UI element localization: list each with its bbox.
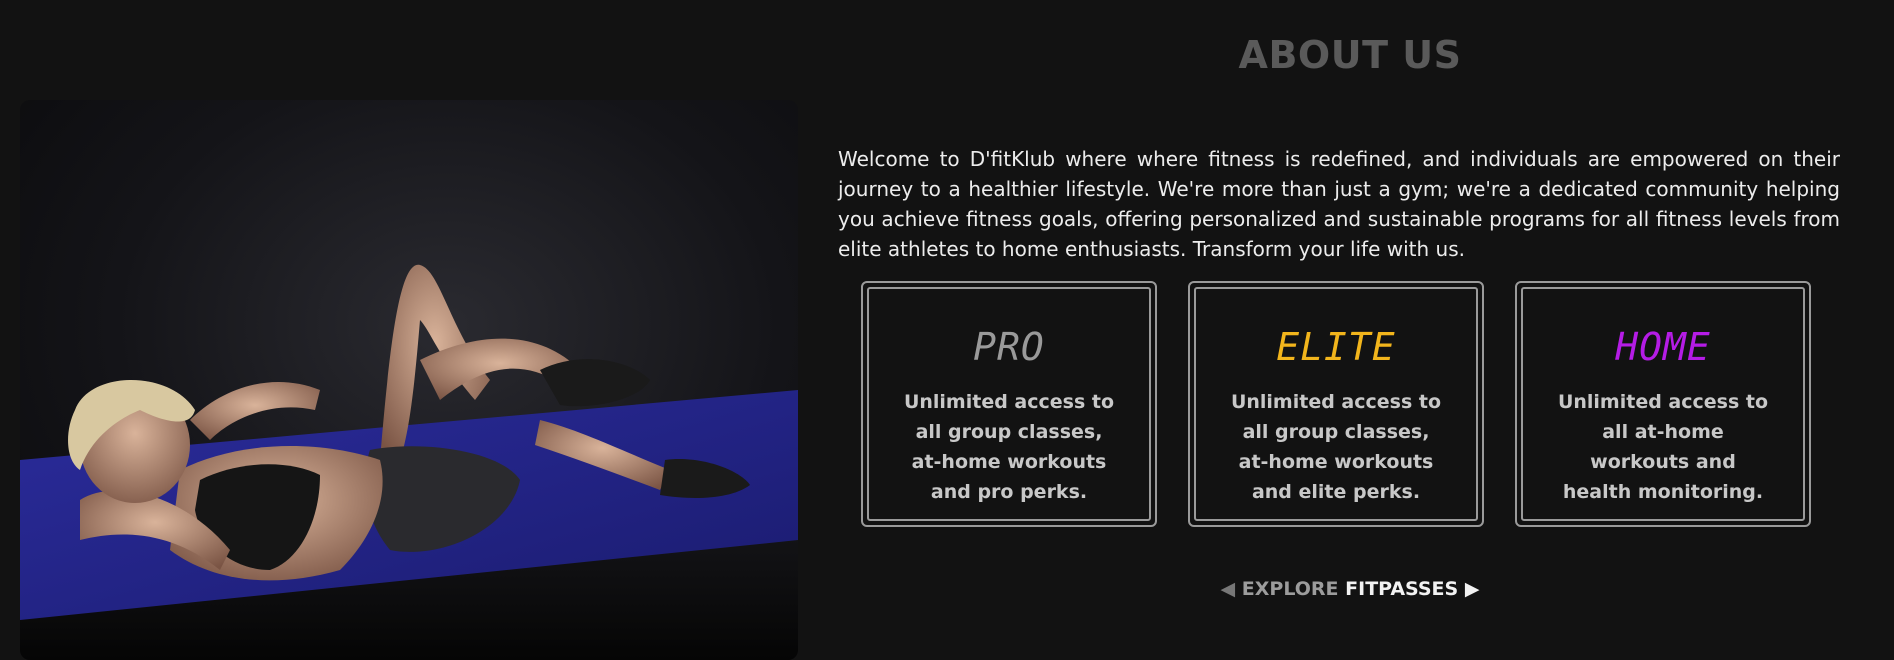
plan-card-frame: PRO Unlimited access to all group classe… — [867, 287, 1151, 521]
arrow-right-icon: ▶ — [1464, 578, 1480, 600]
plan-description: Unlimited access to all group classes, a… — [903, 391, 1115, 503]
plan-description: Unlimited access to all group classes, a… — [1230, 391, 1442, 503]
explore-label: EXPLORE — [1241, 578, 1339, 600]
woman-crunch-illustration — [20, 264, 798, 660]
plan-card-home[interactable]: HOME Unlimited access to all at-home wor… — [1515, 281, 1811, 527]
plan-title: HOME — [1615, 325, 1711, 369]
plan-card-elite[interactable]: ELITE Unlimited access to all group clas… — [1188, 281, 1484, 527]
intro-paragraph: Welcome to D'fitKlub where where fitness… — [838, 147, 1840, 261]
plan-card-frame: ELITE Unlimited access to all group clas… — [1194, 287, 1478, 521]
plan-title: ELITE — [1276, 325, 1396, 369]
plan-card-frame: HOME Unlimited access to all at-home wor… — [1521, 287, 1805, 521]
fitpasses-label: FITPASSES — [1345, 578, 1459, 600]
plan-description: Unlimited access to all at-home workouts… — [1557, 391, 1769, 503]
plan-card-pro[interactable]: PRO Unlimited access to all group classe… — [861, 281, 1157, 527]
arrow-left-icon: ◀ — [1220, 578, 1236, 600]
section-title: ABOUT US — [1238, 33, 1462, 78]
explore-fitpasses-link[interactable]: ◀ EXPLORE FITPASSES ▶ — [1120, 578, 1580, 600]
hero-photo — [20, 100, 798, 660]
plan-title: PRO — [973, 325, 1045, 369]
